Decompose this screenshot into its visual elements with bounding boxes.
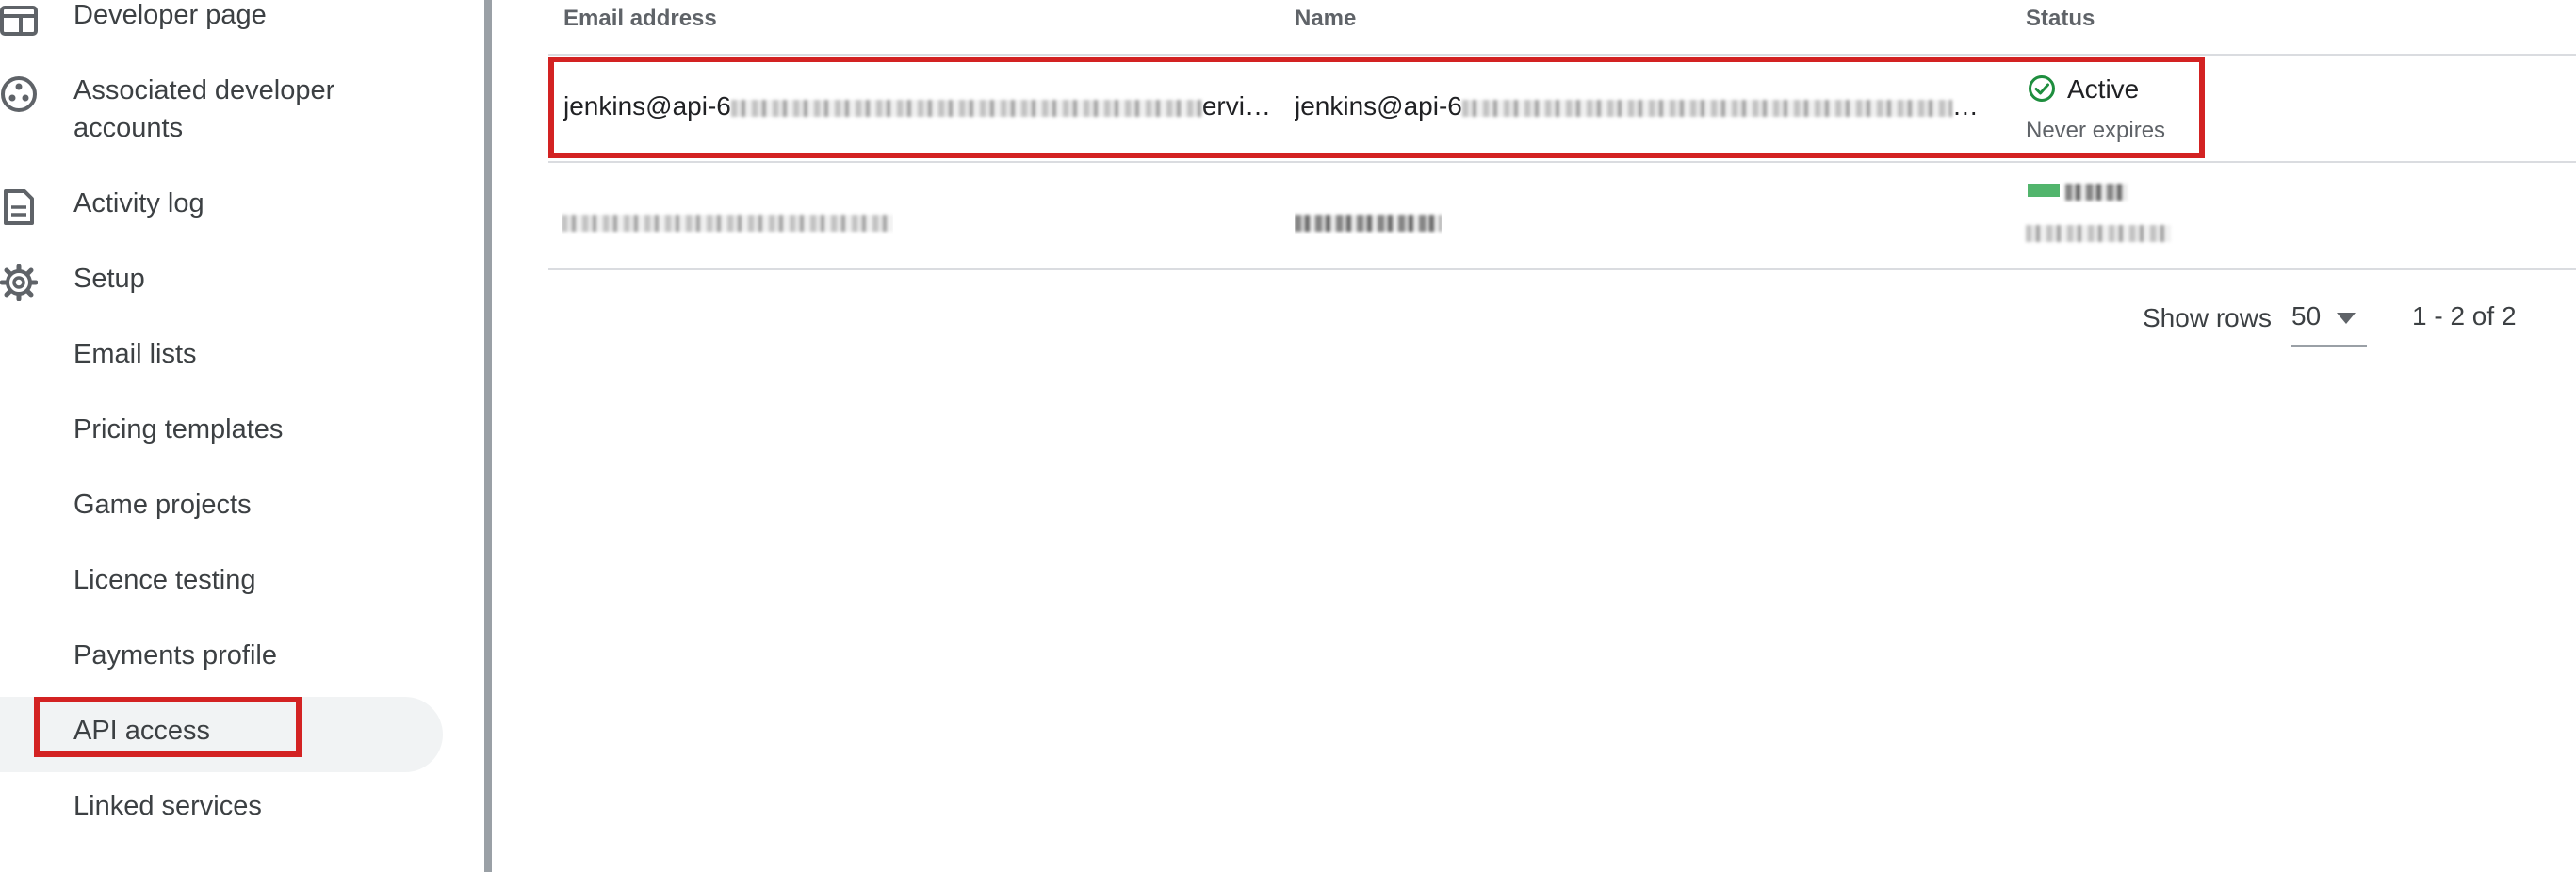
name-cell [1295,206,1442,236]
column-header-email[interactable]: Email address [563,6,717,32]
gear-icon [0,264,38,301]
select-underline [2291,345,2367,347]
sidebar-item-label-line1: Associated developer [73,75,335,105]
sidebar-item-email-lists[interactable]: Email lists [0,339,443,377]
sidebar-item-label: Linked services [73,791,262,821]
redacted-text [562,214,893,232]
redacted-text [1295,214,1442,232]
api-access-highlight [34,697,302,757]
sidebar-item-pricing-templates[interactable]: Pricing templates [0,414,443,452]
row-highlight [548,57,2205,158]
sidebar-item-setup[interactable]: Setup [0,264,443,301]
email-cell [562,206,893,236]
sidebar-item-developer-page[interactable]: Developer page [0,0,443,38]
row-divider [548,268,2576,270]
show-rows-label: Show rows [2143,303,2272,332]
rows-per-page-select[interactable]: 50 [2291,301,2356,331]
rows-per-page-value: 50 [2291,301,2322,331]
sidebar-item-label-line2: accounts [73,113,184,143]
sidebar-item-label: Developer page [73,0,267,30]
sidebar-item-licence-testing[interactable]: Licence testing [0,565,443,603]
web-icon [0,6,38,36]
table-row[interactable] [548,163,2576,268]
pagination-range: 1 - 2 of 2 [2412,301,2517,331]
column-header-status[interactable]: Status [2026,6,2095,32]
document-icon [4,189,34,225]
check-circle-icon [2028,184,2060,197]
sidebar-item-label: Payments profile [73,640,277,670]
sidebar-item-label: Pricing templates [73,414,284,444]
column-header-name[interactable]: Name [1295,6,1356,32]
status-expiry [2026,225,2171,242]
sidebar-item-payments-profile[interactable]: Payments profile [0,640,443,678]
status-badge [2065,184,2128,201]
sidebar-item-linked-services[interactable]: Linked services [0,791,443,829]
group-icon [1,76,37,112]
sidebar-item-game-projects[interactable]: Game projects [0,490,443,527]
sidebar-item-label: Game projects [73,490,252,520]
dropdown-arrow-icon [2337,313,2356,324]
sidebar-item-label: Email lists [73,339,197,369]
sidebar-item-label: Setup [73,264,145,294]
sidebar-item-associated-developer-accounts[interactable]: Associated developer accounts [0,75,443,151]
sidebar-item-label: Licence testing [73,565,256,595]
sidebar-item-activity-log[interactable]: Activity log [0,188,443,226]
sidebar-item-label: Activity log [73,188,204,218]
sidebar-divider [484,0,492,872]
